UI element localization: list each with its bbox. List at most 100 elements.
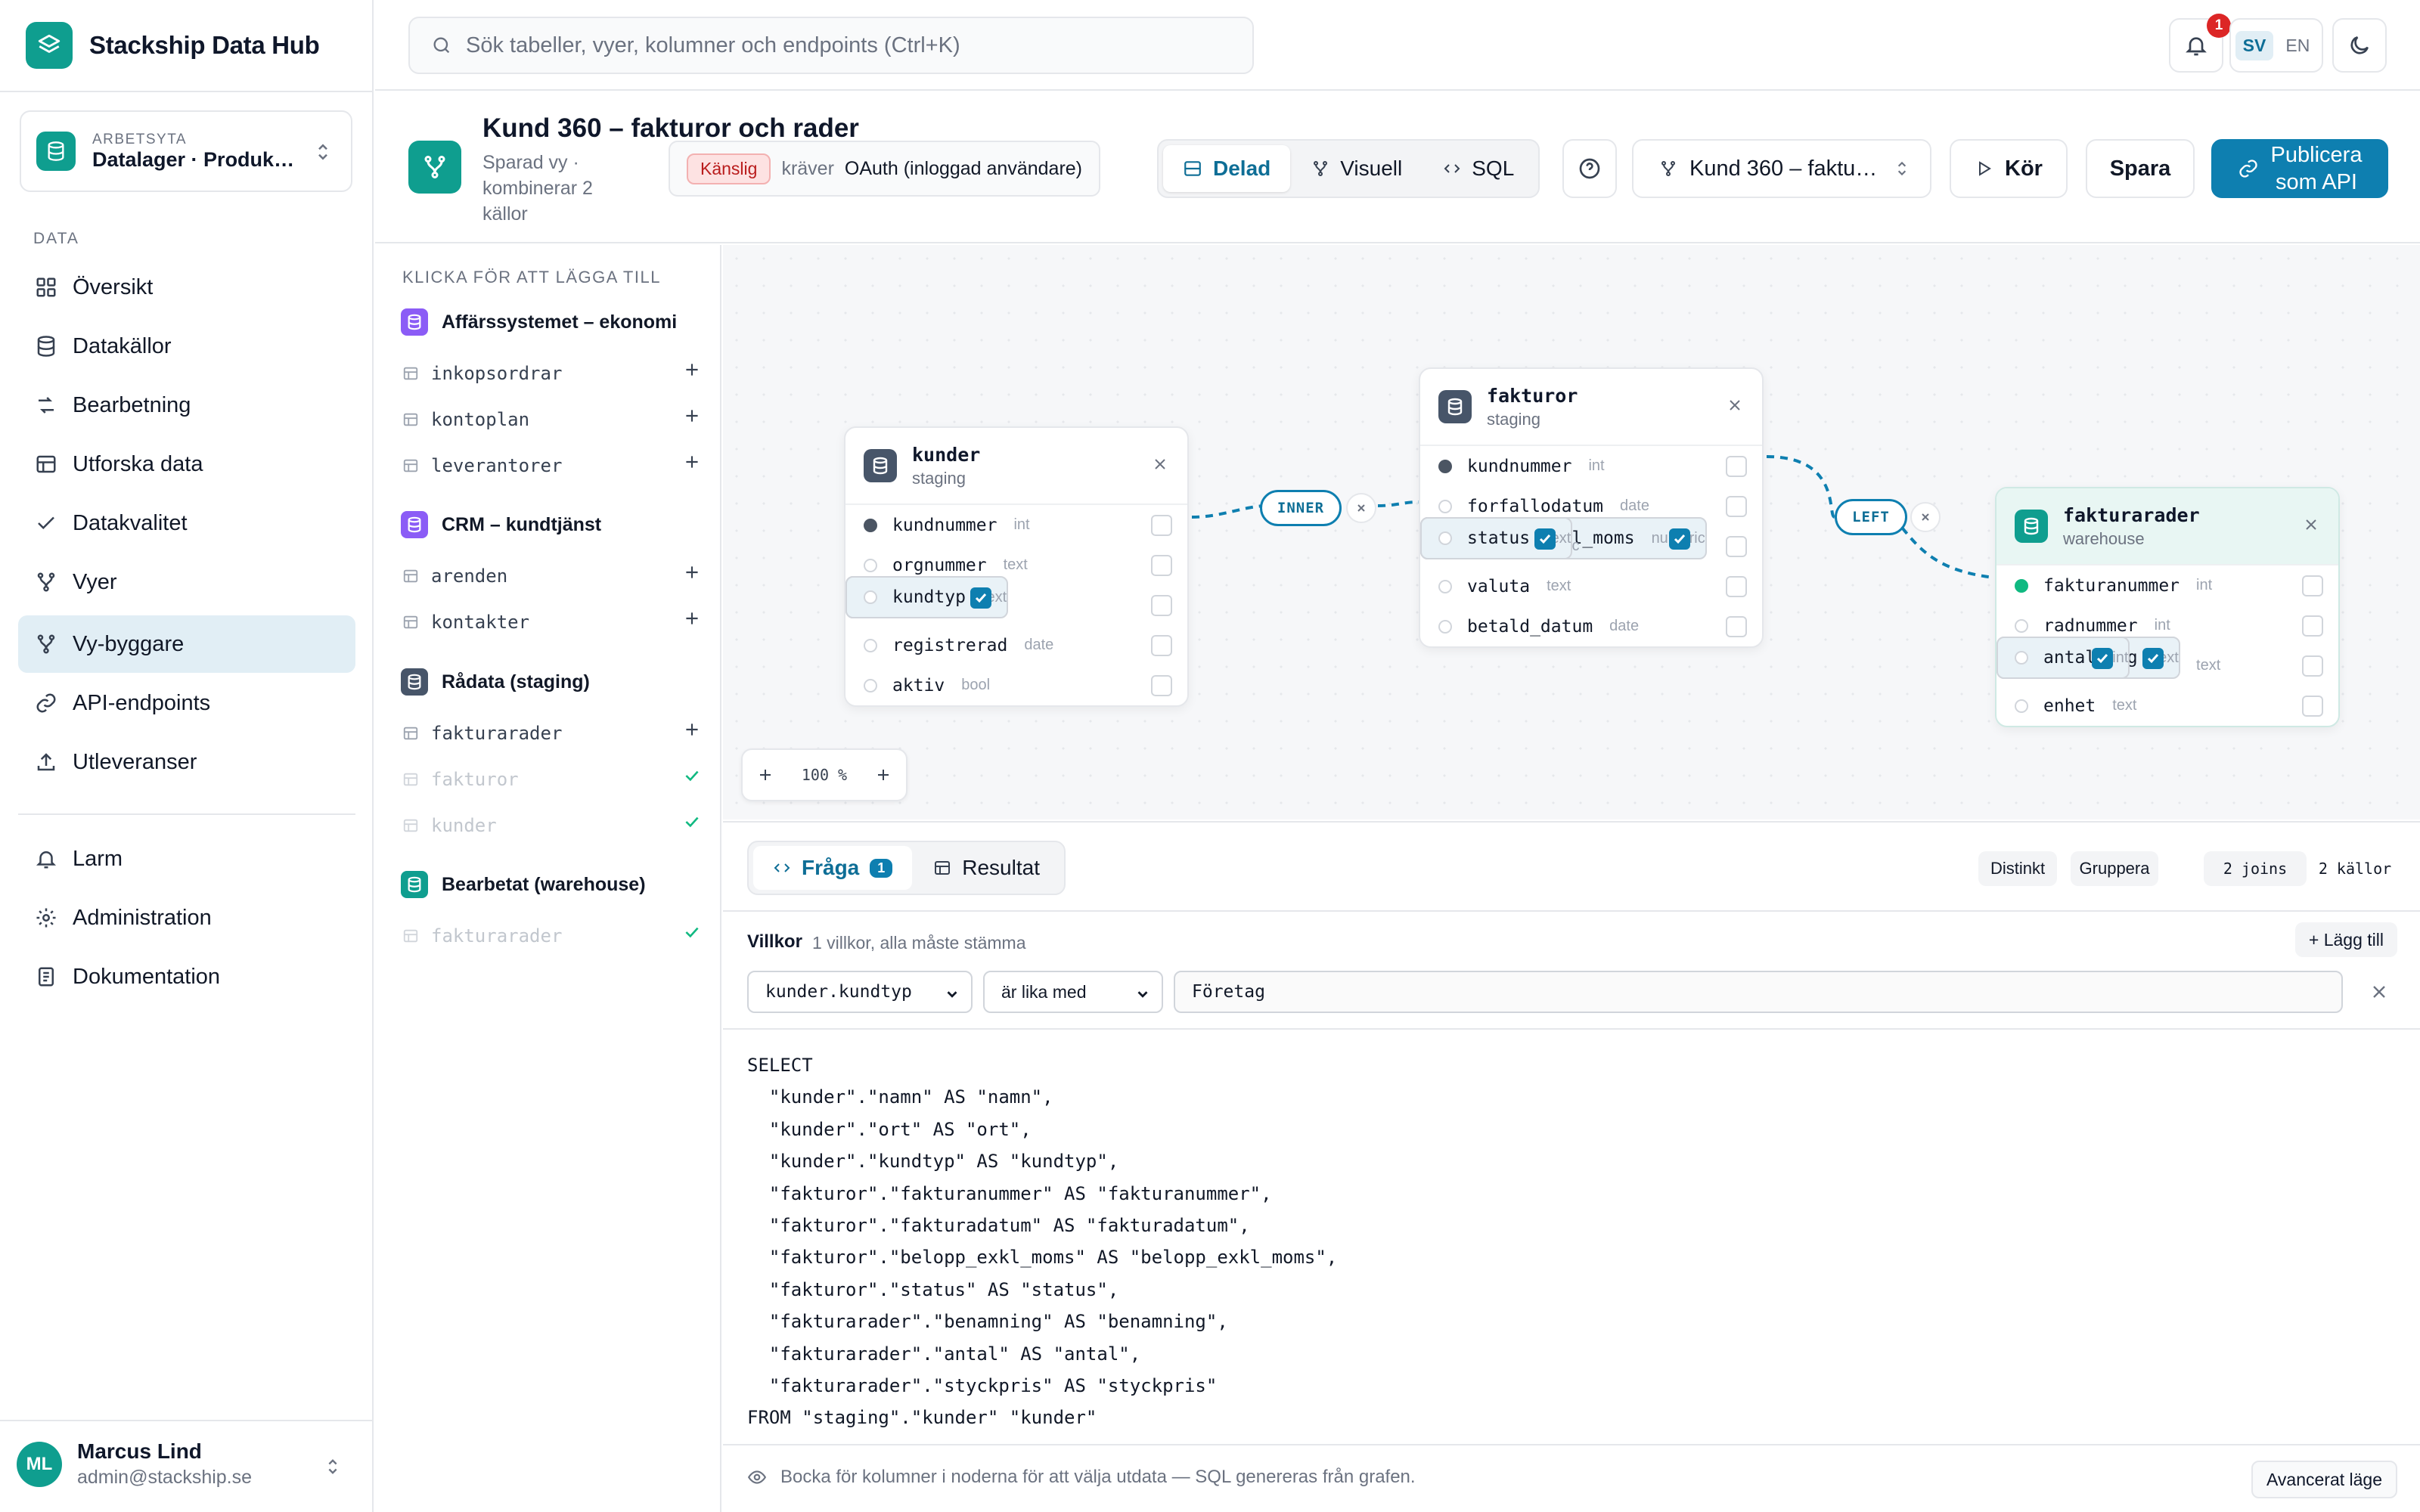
sidebar-item-dokumentation[interactable]: Dokumentation: [18, 948, 355, 1005]
column-row[interactable]: fakturanummer int: [1996, 565, 2338, 606]
sidebar-item-api-endpoints[interactable]: API-endpoints: [18, 674, 355, 732]
plus-icon[interactable]: [682, 452, 702, 472]
lang-sv[interactable]: SV: [2235, 30, 2274, 60]
save-button[interactable]: Spara: [2086, 139, 2195, 198]
column-checkbox[interactable]: [2302, 575, 2323, 596]
zoom-out-button[interactable]: [756, 766, 774, 784]
column-dot: [1438, 619, 1452, 634]
tab-resultat[interactable]: Resultat: [914, 846, 1060, 890]
column-row[interactable]: kundnummer int: [1420, 446, 1762, 486]
column-row[interactable]: registrerad date: [845, 625, 1187, 665]
plus-icon[interactable]: [682, 406, 702, 426]
palette-table[interactable]: kontoplan: [402, 409, 702, 430]
view-select[interactable]: Kund 360 – faktu…: [1632, 139, 1931, 198]
column-checkbox[interactable]: [2142, 648, 2164, 669]
language-toggle[interactable]: SV EN: [2229, 18, 2323, 73]
chevron-updown-icon[interactable]: [325, 1456, 340, 1477]
plus-icon[interactable]: [682, 562, 702, 582]
mode-delad[interactable]: Delad: [1163, 145, 1291, 192]
condition-value-input[interactable]: Företag: [1174, 971, 2343, 1013]
condition-operator-select[interactable]: är lika med: [983, 971, 1163, 1013]
sidebar-item-datakallor[interactable]: Datakällor: [18, 318, 355, 375]
mode-visuell[interactable]: Visuell: [1292, 145, 1422, 192]
close-icon[interactable]: [2302, 516, 2320, 534]
theme-toggle-button[interactable]: [2332, 18, 2387, 73]
sql-preview[interactable]: SELECT "kunder"."namn" AS "namn", "kunde…: [747, 1049, 1337, 1434]
condition-field-select[interactable]: kunder.kundtyp: [747, 971, 973, 1013]
column-dot: [2015, 618, 2028, 633]
palette-table[interactable]: inkopsordrar: [402, 363, 702, 384]
remove-join-button[interactable]: [1346, 493, 1376, 523]
column-row[interactable]: betald_datum date: [1420, 606, 1762, 646]
column-checkbox[interactable]: [1151, 595, 1172, 616]
run-button[interactable]: Kör: [1950, 139, 2068, 198]
palette-table[interactable]: kontakter: [402, 612, 702, 633]
column-checkbox[interactable]: [1534, 528, 1556, 550]
column-checkbox[interactable]: [1151, 635, 1172, 656]
advanced-mode-button[interactable]: Avancerat läge: [2251, 1461, 2397, 1498]
divider: [723, 1444, 2420, 1445]
lang-en[interactable]: EN: [2278, 31, 2317, 60]
zoom-in-button[interactable]: [874, 766, 892, 784]
column-checkbox[interactable]: [2302, 655, 2323, 677]
column-checkbox[interactable]: [2302, 615, 2323, 637]
brand[interactable]: Stackship Data Hub: [26, 21, 320, 70]
column-checkbox[interactable]: [1726, 536, 1747, 557]
workspace-switcher[interactable]: ARBETSYTA Datalager · Produktion: [20, 110, 352, 192]
sidebar-item-utforska-data[interactable]: Utforska data: [18, 435, 355, 493]
plus-icon[interactable]: [682, 360, 702, 380]
column-row[interactable]: valuta text: [1420, 566, 1762, 606]
column-checkbox[interactable]: [1151, 515, 1172, 536]
column-row[interactable]: enhet text: [1996, 686, 2338, 726]
column-row[interactable]: kundnummer int: [845, 505, 1187, 545]
column-checkbox[interactable]: [1726, 576, 1747, 597]
sidebar-item-larm[interactable]: Larm: [18, 830, 355, 888]
column-checkbox[interactable]: [970, 587, 992, 609]
node-fakturor[interactable]: fakturorstaging fakturanummerint kundnum…: [1419, 367, 1764, 648]
column-checkbox[interactable]: [1151, 555, 1172, 576]
user-menu[interactable]: ML Marcus Lind admin@stackship.se: [17, 1439, 252, 1489]
column-checkbox[interactable]: [1726, 456, 1747, 477]
plus-icon[interactable]: [682, 609, 702, 628]
tab-fraga[interactable]: Fråga 1: [753, 846, 913, 890]
column-checkbox[interactable]: [1151, 675, 1172, 696]
group-toggle[interactable]: Gruppera: [2071, 851, 2158, 886]
remove-condition-icon[interactable]: [2369, 981, 2390, 1002]
mode-sql[interactable]: SQL: [1423, 145, 1534, 192]
notifications-button[interactable]: 1: [2169, 14, 2231, 73]
sidebar-item-vyer[interactable]: Vyer: [18, 553, 355, 611]
column-checkbox[interactable]: [1726, 616, 1747, 637]
join-inner-badge[interactable]: INNER: [1260, 490, 1342, 526]
column-row[interactable]: antal int: [1996, 637, 2130, 679]
close-icon[interactable]: [1151, 455, 1169, 473]
column-row[interactable]: aktiv bool: [845, 665, 1187, 705]
sidebar-item-bearbetning[interactable]: Bearbetning: [18, 376, 355, 434]
sidebar-item-administration[interactable]: Administration: [18, 889, 355, 947]
distinct-toggle[interactable]: Distinkt: [1978, 851, 2057, 886]
sources-count: 2 källor: [2318, 860, 2392, 878]
node-kunder[interactable]: kunderstaging kundnummerint namntext org…: [844, 426, 1189, 707]
node-fakturarader[interactable]: fakturarader warehouse fakturanummer int r…: [1995, 487, 2340, 727]
column-checkbox[interactable]: [2092, 648, 2114, 669]
remove-join-button[interactable]: [1910, 502, 1941, 532]
palette-table-added: fakturor: [402, 769, 702, 790]
search-input[interactable]: Sök tabeller, vyer, kolumner och endpoin…: [408, 17, 1254, 74]
palette-table[interactable]: leverantorer: [402, 455, 702, 476]
column-checkbox[interactable]: [1726, 496, 1747, 517]
sidebar-item-oversikt[interactable]: Översikt: [18, 259, 355, 316]
graph-canvas[interactable]: INNER LEFT kunderstaging kundnummerint n…: [723, 245, 2420, 820]
column-row[interactable]: status text: [1420, 517, 1573, 559]
sidebar-item-datakvalitet[interactable]: Datakvalitet: [18, 494, 355, 552]
plus-icon[interactable]: [682, 720, 702, 739]
sidebar-item-vy-byggare[interactable]: Vy-byggare: [18, 615, 355, 673]
column-checkbox[interactable]: [2302, 696, 2323, 717]
sidebar-item-utleveranser[interactable]: Utleveranser: [18, 733, 355, 791]
join-left-badge[interactable]: LEFT: [1835, 499, 1907, 535]
close-icon[interactable]: [1726, 396, 1744, 414]
publish-api-button[interactable]: Publicera som API: [2211, 139, 2388, 198]
add-condition-button[interactable]: + Lägg till: [2294, 922, 2397, 957]
help-button[interactable]: [1562, 139, 1617, 198]
column-row[interactable]: kundtyp text: [845, 576, 1009, 618]
palette-table[interactable]: arenden: [402, 565, 702, 587]
palette-table[interactable]: fakturarader: [402, 723, 702, 744]
